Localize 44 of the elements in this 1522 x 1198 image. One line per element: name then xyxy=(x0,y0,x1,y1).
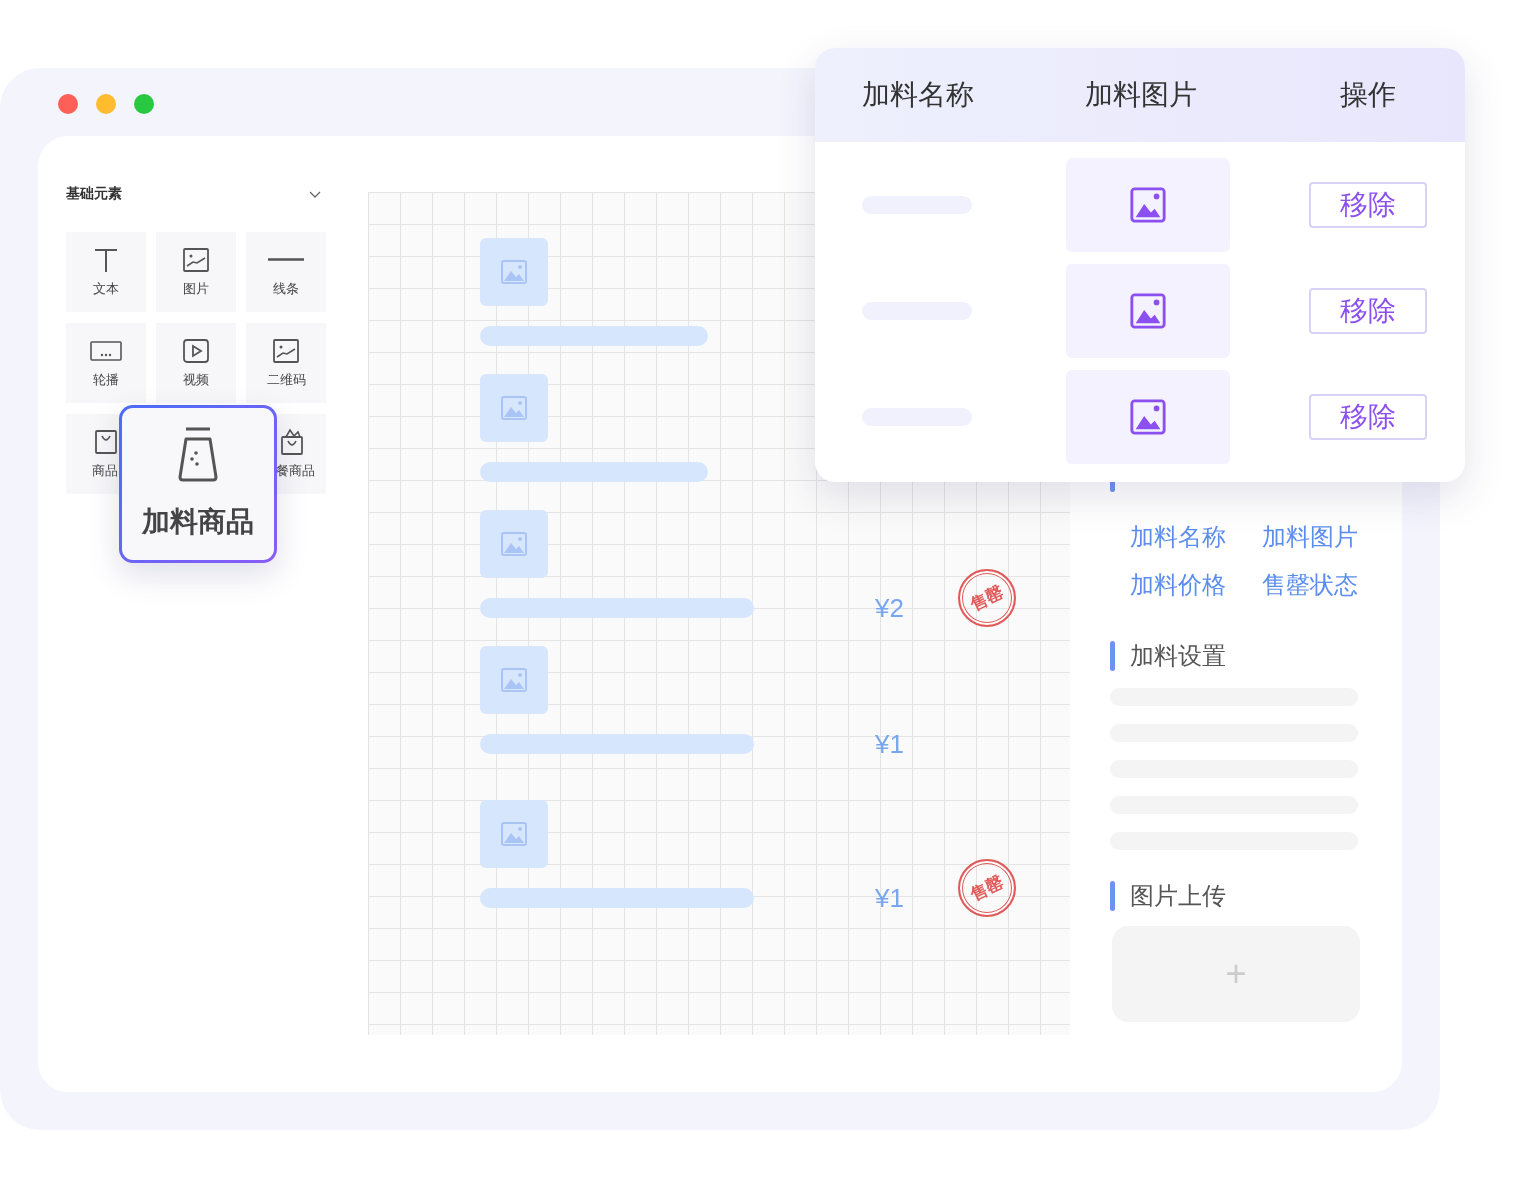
sold-out-stamp: 售罄 xyxy=(958,569,1016,627)
section-title: 图片上传 xyxy=(1130,881,1226,911)
component-tile[interactable]: 商品 xyxy=(66,414,119,494)
component-tile[interactable]: 二维码 xyxy=(246,323,326,403)
sold-out-stamp: 售罄 xyxy=(958,859,1016,917)
component-tile[interactable]: 文本 xyxy=(66,232,146,312)
section-title: 加料设置 xyxy=(1130,641,1226,671)
image-icon xyxy=(1129,398,1167,436)
section-title: 基础元素 xyxy=(66,185,122,203)
component-tile[interactable]: 餐商品 xyxy=(276,414,326,494)
section-marker xyxy=(1110,641,1115,671)
column-header: 加料名称 xyxy=(862,78,975,112)
image-icon xyxy=(500,530,528,558)
image-icon xyxy=(272,337,300,365)
price-text: ¥2 xyxy=(875,595,905,621)
window-control[interactable] xyxy=(58,94,78,114)
column-header: 加料图片 xyxy=(1084,78,1198,112)
price-text: ¥1 xyxy=(875,885,905,911)
play-icon xyxy=(182,337,210,365)
component-tile[interactable]: 图片 xyxy=(156,232,236,312)
image-icon xyxy=(500,666,528,694)
section-marker xyxy=(1110,881,1115,911)
column-header: 操作 xyxy=(1339,78,1397,112)
basket-icon xyxy=(278,428,306,456)
image-icon xyxy=(500,394,528,422)
component-tile[interactable]: 线条 xyxy=(246,232,326,312)
remove-button[interactable]: 移除 xyxy=(1309,394,1427,440)
component-tile[interactable]: 视频 xyxy=(156,323,236,403)
image-icon xyxy=(1129,186,1167,224)
image-icon xyxy=(500,258,528,286)
text-icon xyxy=(92,246,120,274)
window-control[interactable] xyxy=(134,94,154,114)
price-text: ¥1 xyxy=(875,731,905,757)
bag-icon xyxy=(92,428,120,456)
window-control[interactable] xyxy=(96,94,116,114)
image-icon xyxy=(500,820,528,848)
remove-button[interactable]: 移除 xyxy=(1309,288,1427,334)
line-icon xyxy=(268,258,304,261)
drag-preview-card[interactable]: 加料商品 xyxy=(119,405,277,563)
component-tile[interactable]: 轮播 xyxy=(66,323,146,403)
image-icon xyxy=(182,246,210,274)
remove-button[interactable]: 移除 xyxy=(1309,182,1427,228)
image-icon xyxy=(1129,292,1167,330)
drag-preview-label: 加料商品 xyxy=(142,505,254,539)
